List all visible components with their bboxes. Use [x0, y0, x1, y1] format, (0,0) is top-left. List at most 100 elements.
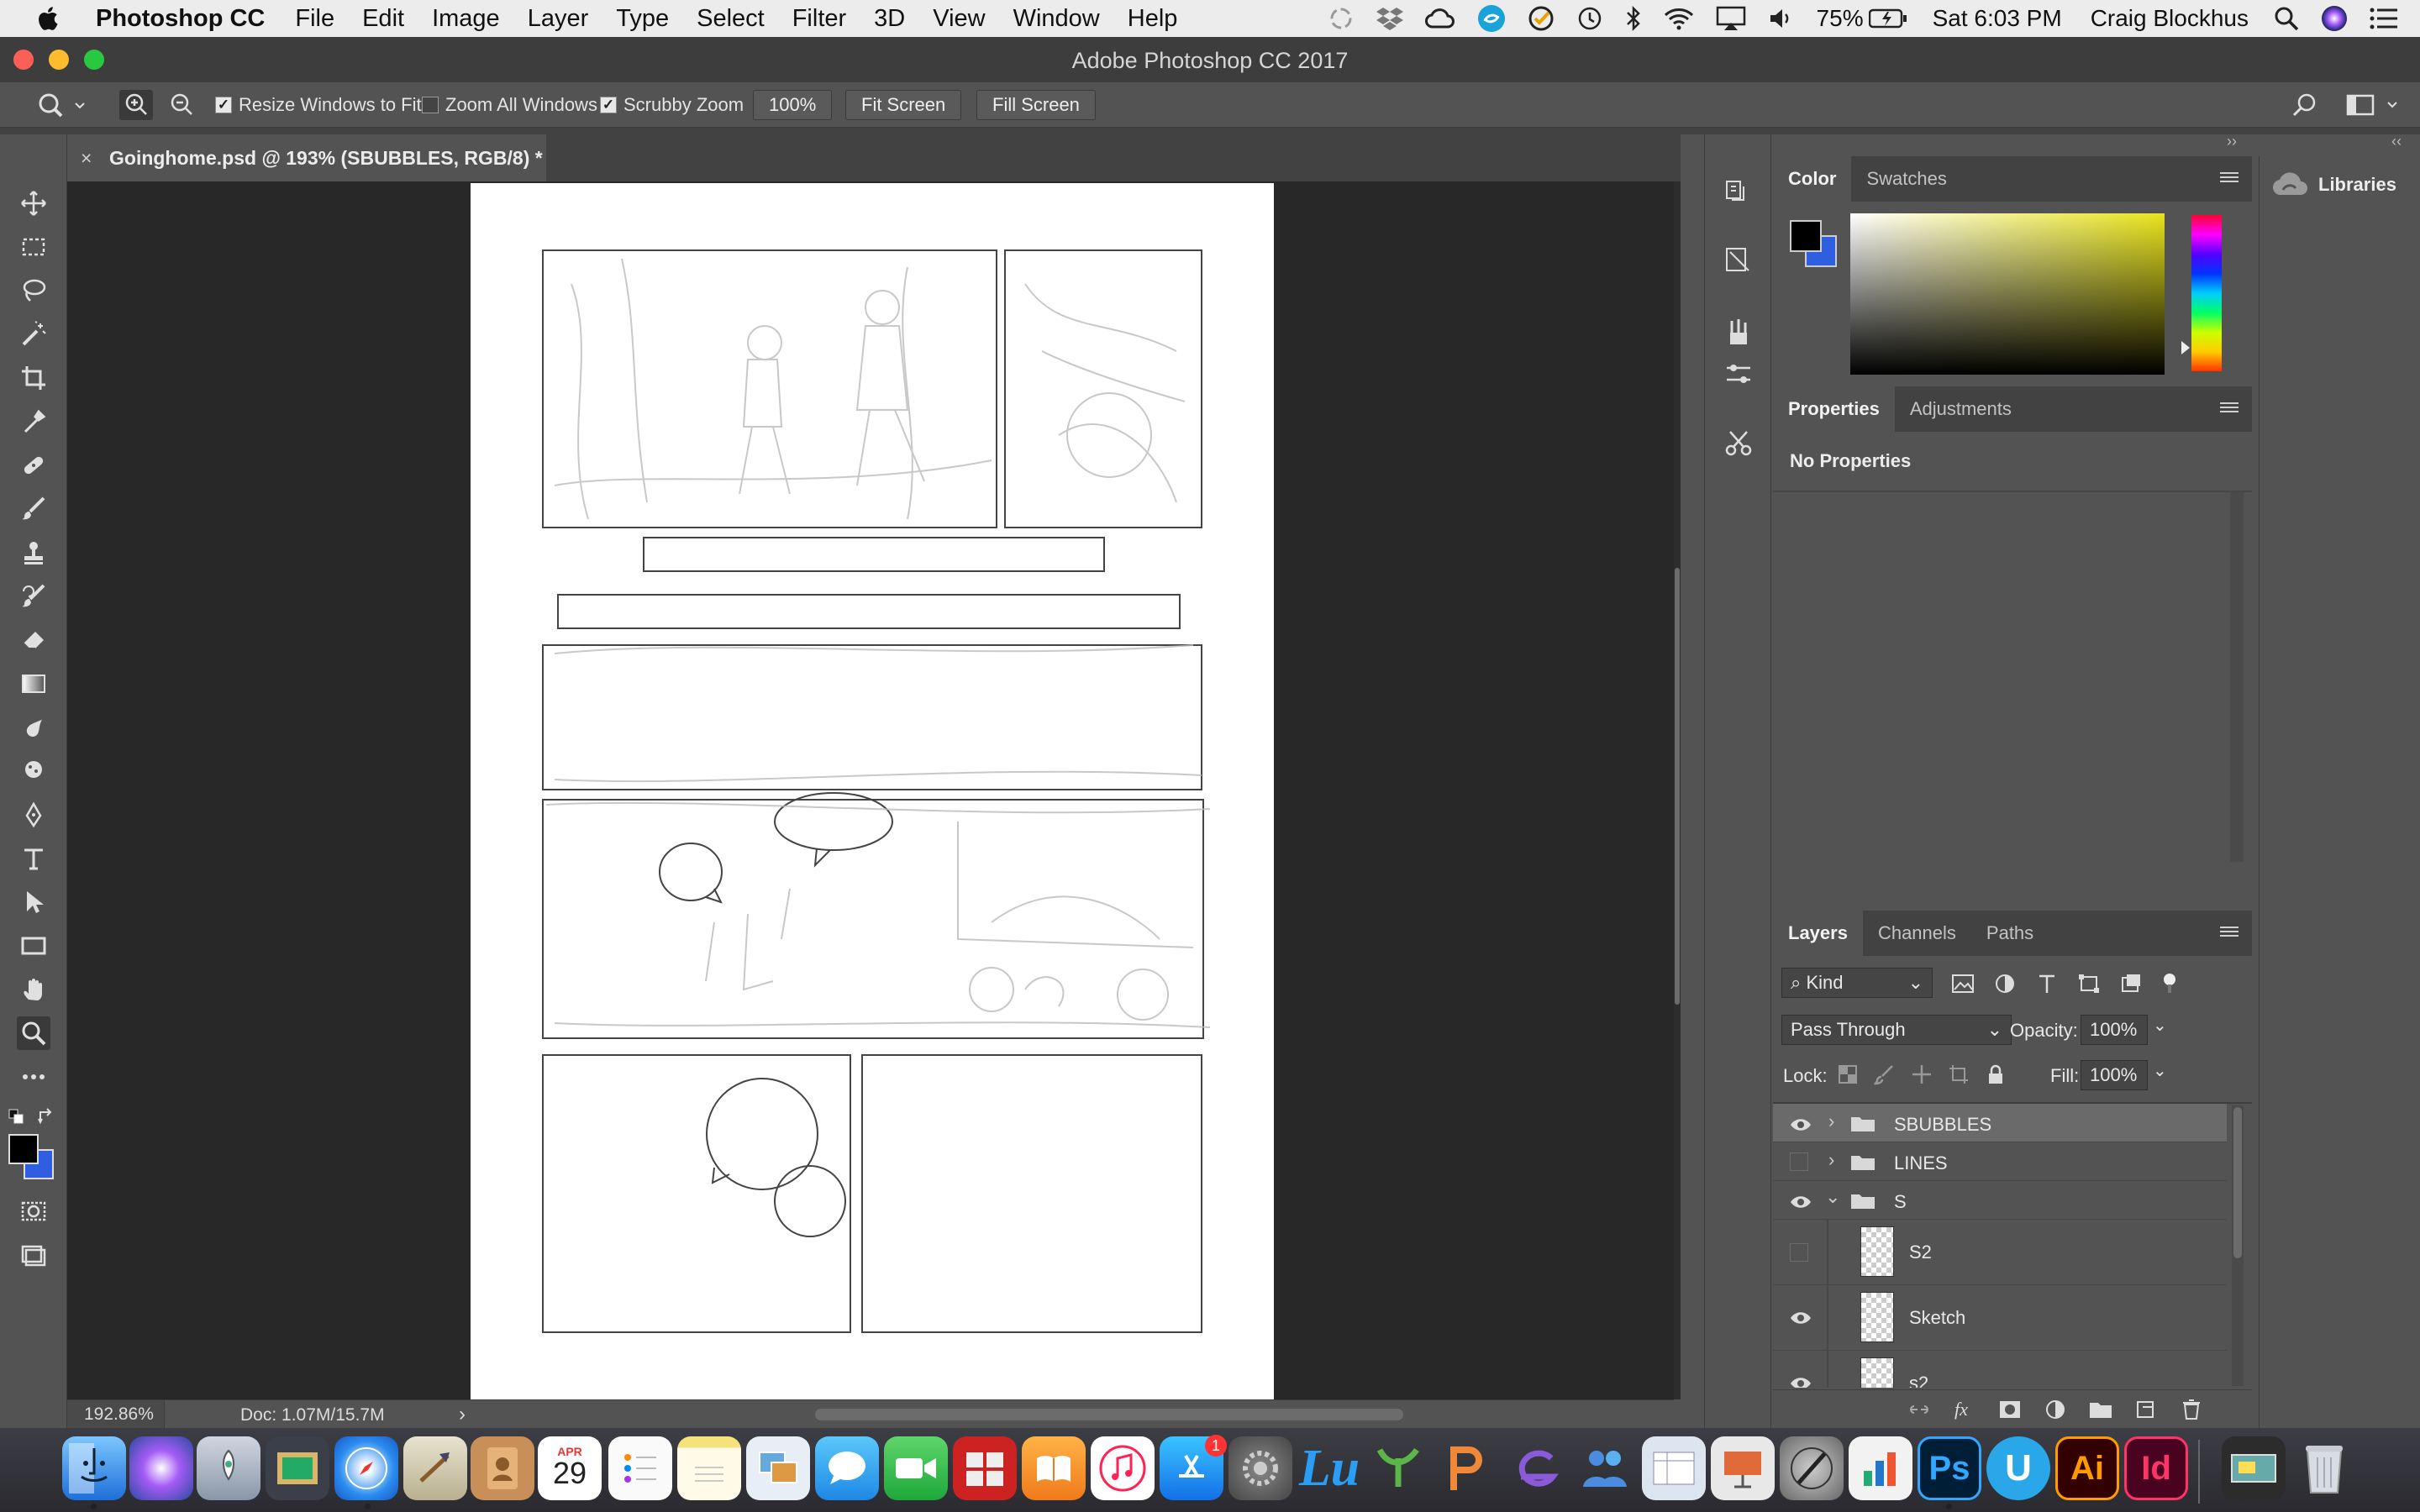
visibility-eye-icon[interactable] — [1790, 1307, 1812, 1329]
hand-tool[interactable] — [17, 973, 50, 1006]
siri-icon[interactable] — [2321, 5, 2348, 32]
system-preferences-gear-icon[interactable] — [1228, 1436, 1292, 1500]
itunes-icon[interactable] — [1091, 1436, 1155, 1500]
finder-icon[interactable] — [62, 1436, 126, 1500]
illustrator-dock-icon[interactable]: Ai — [2055, 1436, 2119, 1500]
visibility-eye-icon[interactable] — [1790, 1373, 1812, 1388]
spotlight-icon[interactable] — [2274, 6, 2299, 31]
default-colors-icon[interactable] — [8, 1109, 25, 1126]
pen-utility-icon[interactable] — [1780, 1436, 1844, 1500]
vertical-scrollbar[interactable] — [1674, 181, 1681, 1399]
zoom-out-button[interactable] — [165, 90, 198, 120]
swap-colors-icon[interactable] — [37, 1107, 55, 1126]
lock-transparency-icon[interactable] — [1837, 1063, 1859, 1085]
actions-panel-button[interactable] — [1718, 240, 1759, 281]
menu-image[interactable]: Image — [432, 5, 500, 33]
color-foreground-swatch[interactable] — [1790, 220, 1822, 252]
ibooks-icon[interactable] — [1022, 1436, 1086, 1500]
scrubby-zoom-checkbox[interactable]: ✓ Scrubby Zoom — [600, 90, 744, 120]
facetime-icon[interactable] — [884, 1436, 948, 1500]
notes-icon[interactable] — [677, 1436, 741, 1500]
contacts-book-icon[interactable] — [471, 1436, 534, 1500]
time-machine-icon[interactable] — [1576, 5, 1603, 32]
color-panel-menu-icon[interactable] — [2220, 170, 2238, 186]
menu-window[interactable]: Window — [1013, 5, 1100, 33]
magic-wand-tool[interactable] — [17, 318, 50, 351]
filter-smart-object-icon[interactable] — [2119, 973, 2143, 995]
filter-type-icon[interactable] — [2035, 973, 2059, 995]
marquee-tool[interactable] — [17, 230, 50, 264]
orange-app-icon[interactable] — [1435, 1436, 1499, 1500]
layer-row[interactable]: Sketch — [1773, 1285, 2227, 1351]
siri-dock-icon[interactable] — [129, 1436, 193, 1500]
collapse-group-chevron-icon[interactable]: ⌄ — [1825, 1186, 1840, 1208]
brushes-panel-button[interactable] — [1718, 312, 1759, 353]
menu-layer[interactable]: Layer — [528, 5, 589, 33]
spinner-icon[interactable] — [1328, 5, 1355, 32]
search-button[interactable] — [2291, 90, 2319, 120]
tab-adjustments[interactable]: Adjustments — [1895, 386, 2027, 432]
resize-windows-checkbox[interactable]: ✓ Resize Windows to Fit — [215, 90, 422, 120]
properties-panel-menu-icon[interactable] — [2220, 400, 2238, 417]
horizontal-scroll-thumb[interactable] — [815, 1409, 1403, 1420]
zoom-level-field[interactable]: 192.86% — [67, 1400, 165, 1428]
file-browser-icon[interactable] — [1642, 1436, 1706, 1500]
chart-app-icon[interactable] — [1849, 1436, 1912, 1500]
history-brush-tool[interactable] — [17, 580, 50, 613]
blur-tool[interactable] — [17, 711, 50, 744]
safari-compass-icon[interactable] — [334, 1436, 398, 1500]
photo-booth-icon[interactable] — [953, 1436, 1017, 1500]
zoom-all-windows-checkbox[interactable]: Zoom All Windows — [422, 90, 597, 120]
visibility-eye-icon[interactable] — [1790, 1114, 1812, 1136]
purple-app-icon[interactable] — [1504, 1436, 1568, 1500]
fill-screen-button[interactable]: Fill Screen — [976, 90, 1096, 120]
doc-size-info[interactable]: Doc: 1.07M/15.7M — [240, 1405, 385, 1425]
zoom-tool[interactable] — [17, 1016, 50, 1050]
messages-icon[interactable] — [815, 1436, 879, 1500]
menu-view[interactable]: View — [933, 5, 985, 33]
gradient-tool[interactable] — [17, 667, 50, 701]
reminders-icon[interactable] — [608, 1436, 672, 1500]
pen-tool[interactable] — [17, 798, 50, 832]
type-tool[interactable] — [17, 842, 50, 875]
filter-shape-icon[interactable] — [2077, 973, 2101, 995]
menu-select[interactable]: Select — [697, 5, 765, 33]
layer-style-fx-icon[interactable]: fx — [1953, 1399, 1976, 1420]
photo-browser-icon[interactable] — [266, 1436, 329, 1500]
opacity-slider-chevron-icon[interactable]: ⌄ — [2153, 1015, 2167, 1036]
battery-icon[interactable] — [1868, 8, 1907, 29]
crop-tool[interactable] — [17, 361, 50, 395]
visibility-toggle-empty[interactable] — [1790, 1152, 1808, 1171]
screenshot-stack-icon[interactable] — [2222, 1436, 2286, 1500]
new-layer-icon[interactable] — [2134, 1399, 2158, 1420]
layer-row[interactable]: ⌄ S — [1773, 1181, 2227, 1220]
airplay-icon[interactable] — [1716, 6, 1746, 31]
lasso-tool[interactable] — [17, 274, 50, 307]
menu-filter[interactable]: Filter — [792, 5, 846, 33]
clock[interactable]: Sat 6:03 PM — [1933, 5, 2062, 32]
quick-mask-button[interactable] — [17, 1194, 50, 1228]
launchpad-rocket-icon[interactable] — [197, 1436, 260, 1500]
move-tool[interactable] — [17, 186, 50, 220]
apple-menu-icon[interactable] — [34, 3, 64, 34]
eyedropper-tool[interactable] — [17, 405, 50, 438]
blend-mode-select[interactable]: Pass Through ⌄ — [1781, 1015, 2012, 1045]
screen-mode-button[interactable] — [17, 1238, 50, 1272]
lock-artboard-icon[interactable] — [1948, 1063, 1970, 1085]
clone-stamp-tool[interactable] — [17, 536, 50, 570]
collapse-libraries-icon[interactable]: ‹‹ — [2391, 133, 2402, 150]
layers-panel-menu-icon[interactable] — [2220, 924, 2238, 941]
fit-screen-button[interactable]: Fit Screen — [845, 90, 962, 120]
zoom-percent-field[interactable]: 100% — [753, 90, 833, 120]
zoom-percent-value[interactable]: 100% — [753, 90, 833, 120]
bluetooth-icon[interactable] — [1625, 5, 1642, 32]
foreground-color-swatch[interactable] — [8, 1134, 39, 1164]
layer-row[interactable]: S2 — [1773, 1220, 2227, 1285]
canvas-area[interactable] — [67, 181, 1674, 1399]
history-panel-button[interactable] — [1718, 173, 1759, 213]
path-selection-tool[interactable] — [17, 885, 50, 919]
eraser-tool[interactable] — [17, 623, 50, 657]
opacity-field[interactable]: 100% — [2081, 1015, 2148, 1045]
layer-filter-kind[interactable]: ⌕ Kind ⌄ — [1781, 968, 1933, 998]
layer-row[interactable]: › LINES — [1773, 1142, 2227, 1181]
